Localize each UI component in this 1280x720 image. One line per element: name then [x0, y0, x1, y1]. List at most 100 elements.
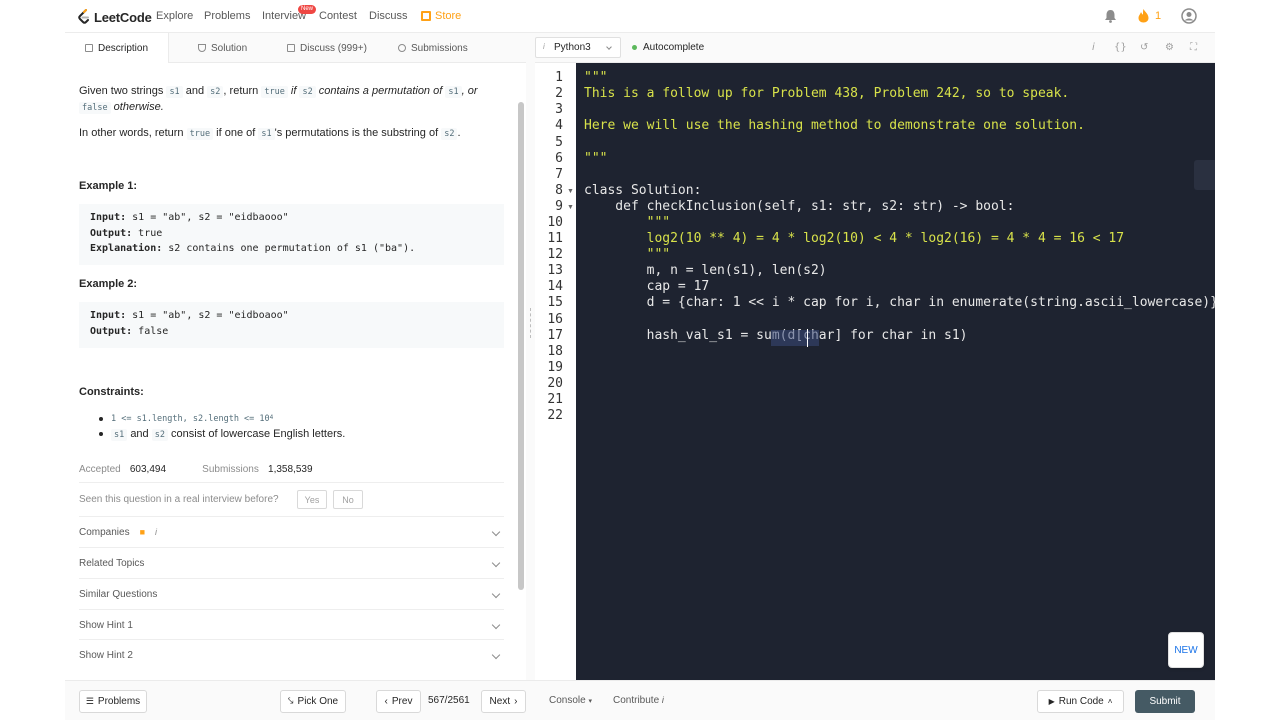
text: contains a permutation of [318, 85, 443, 97]
text: 1 <= s1.length, s2.length <= 10 [111, 414, 270, 424]
settings-icon[interactable]: ⚙ [1165, 42, 1174, 53]
tab-description[interactable]: Description [65, 33, 169, 63]
code-line: d = {char: 1 << i * cap for i, char in e… [584, 295, 1215, 310]
bell-icon[interactable] [1104, 9, 1117, 23]
label: Output: [90, 227, 133, 239]
run-code-label: Run Code [1058, 696, 1104, 707]
line-number: 1 [555, 70, 563, 85]
label: Input: [90, 212, 127, 223]
console-label: Console [549, 695, 586, 706]
line-number: 13 [547, 263, 563, 278]
problem-statement-line1: Given two strings s1 and s2, return true… [79, 83, 478, 100]
splitter-grip[interactable] [530, 308, 531, 338]
fullscreen-icon[interactable]: ⛶ [1190, 42, 1197, 53]
language-select[interactable]: i Python3 [535, 37, 621, 58]
code-line: cap = 17 [584, 279, 710, 294]
accordion-related-topics[interactable]: Related Topics [79, 547, 504, 578]
text: and [185, 85, 205, 97]
description-scrollbar[interactable] [518, 102, 524, 590]
label: Input: [90, 310, 127, 321]
line-number: 15 [547, 295, 563, 310]
chevron-down-icon [491, 527, 501, 537]
fire-icon[interactable] [1137, 8, 1150, 23]
tab-discuss[interactable]: Discuss (999+) [287, 33, 367, 63]
yes-button[interactable]: Yes [297, 490, 327, 509]
text: if one of [216, 127, 256, 139]
line-number: 3 [555, 102, 563, 117]
avatar-icon[interactable] [1181, 8, 1197, 24]
fold-arrow-icon[interactable]: ▼ [567, 188, 574, 195]
nav-problems[interactable]: Problems [204, 10, 250, 22]
accordion-similar-questions[interactable]: Similar Questions [79, 578, 504, 609]
example-2-block: Input: s1 = "ab", s2 = "eidboaoo" Output… [79, 302, 504, 348]
info-icon[interactable]: i [1092, 42, 1095, 53]
accordion-label: Show Hint 2 [79, 649, 133, 661]
line-number: 16 [547, 312, 563, 327]
nav-contest[interactable]: Contest [319, 10, 357, 22]
code-s1: s1 [166, 86, 183, 98]
console-toggle[interactable]: Console ▾ [549, 695, 592, 706]
prev-label: Prev [391, 696, 413, 707]
text-cursor [807, 329, 808, 347]
autocomplete-toggle[interactable]: Autocomplete [643, 42, 704, 53]
new-feature-button[interactable]: NEW [1168, 632, 1204, 668]
submissions-value: 1,358,539 [268, 464, 313, 475]
text: consist of lowercase English letters. [171, 428, 346, 440]
code-false: false [79, 102, 111, 114]
line-number: 9 [555, 199, 563, 214]
text: . [457, 127, 461, 139]
new-badge: New [298, 5, 317, 14]
fold-arrow-icon[interactable]: ▼ [567, 204, 574, 211]
chevron-down-icon [491, 650, 501, 660]
text: otherwise. [113, 101, 164, 113]
contribute-link[interactable]: Contribute i [613, 695, 664, 706]
example-1-title: Example 1: [79, 180, 138, 192]
nav-explore[interactable]: Explore [156, 10, 193, 22]
problem-tabs: Description Solution Discuss (999+) Subm… [65, 33, 526, 63]
pick-one-button[interactable]: ⤥ Pick One [280, 690, 346, 713]
chevron-left-icon: ‹ [384, 696, 388, 707]
autocomplete-status-dot [632, 45, 637, 50]
reset-icon[interactable]: ↺ [1140, 42, 1148, 53]
bottom-bar: ☰ Problems ⤥ Pick One ‹ Prev 567/2561 Ne… [65, 680, 1215, 720]
tab-submissions[interactable]: Submissions [398, 33, 468, 63]
prev-button[interactable]: ‹ Prev [376, 690, 421, 713]
line-number: 2 [555, 86, 563, 101]
leetcode-logo[interactable]: LeetCode [78, 7, 152, 27]
code-s1: s1 [111, 429, 128, 441]
panel-splitter[interactable] [526, 33, 535, 680]
info-icon: i [155, 527, 158, 537]
code-line: log2(10 ** 4) = 4 * log2(10) < 4 * log2(… [584, 231, 1125, 246]
text: , return [223, 85, 259, 97]
nav-discuss[interactable]: Discuss [369, 10, 408, 22]
line-number: 11 [547, 231, 563, 246]
braces-icon[interactable]: {} [1114, 42, 1127, 53]
info-icon: i [661, 695, 664, 705]
tab-submissions-label: Submissions [411, 42, 468, 54]
run-code-button[interactable]: ▶ Run Code ˄ [1037, 690, 1124, 713]
accordion-hint-2[interactable]: Show Hint 2 [79, 639, 504, 670]
play-icon: ▶ [1048, 697, 1055, 706]
text: Given two strings [79, 85, 164, 97]
chevron-right-icon: › [514, 696, 518, 707]
accordion-hint-1[interactable]: Show Hint 1 [79, 609, 504, 640]
code-s2: s2 [207, 86, 224, 98]
clock-icon [398, 44, 406, 52]
no-button[interactable]: No [333, 490, 363, 509]
chevron-down-icon [606, 44, 612, 50]
accordion-companies[interactable]: Companies ■ i [79, 516, 504, 547]
code-editor[interactable]: """ This is a follow up for Problem 438,… [576, 63, 1215, 680]
label: Output: [90, 325, 133, 337]
tab-description-label: Description [97, 42, 149, 54]
line-number: 12 [547, 247, 563, 262]
tab-solution[interactable]: Solution [198, 33, 247, 63]
next-button[interactable]: Next › [481, 690, 526, 713]
problems-button[interactable]: ☰ Problems [79, 690, 147, 713]
line-number: 8 [555, 183, 563, 198]
line-number: 4 [555, 118, 563, 133]
side-panel-toggle[interactable] [1194, 160, 1215, 190]
info-icon: i [543, 42, 545, 51]
contribute-label: Contribute [613, 695, 660, 706]
nav-store[interactable]: Store [435, 10, 461, 22]
submit-button[interactable]: Submit [1135, 690, 1195, 713]
